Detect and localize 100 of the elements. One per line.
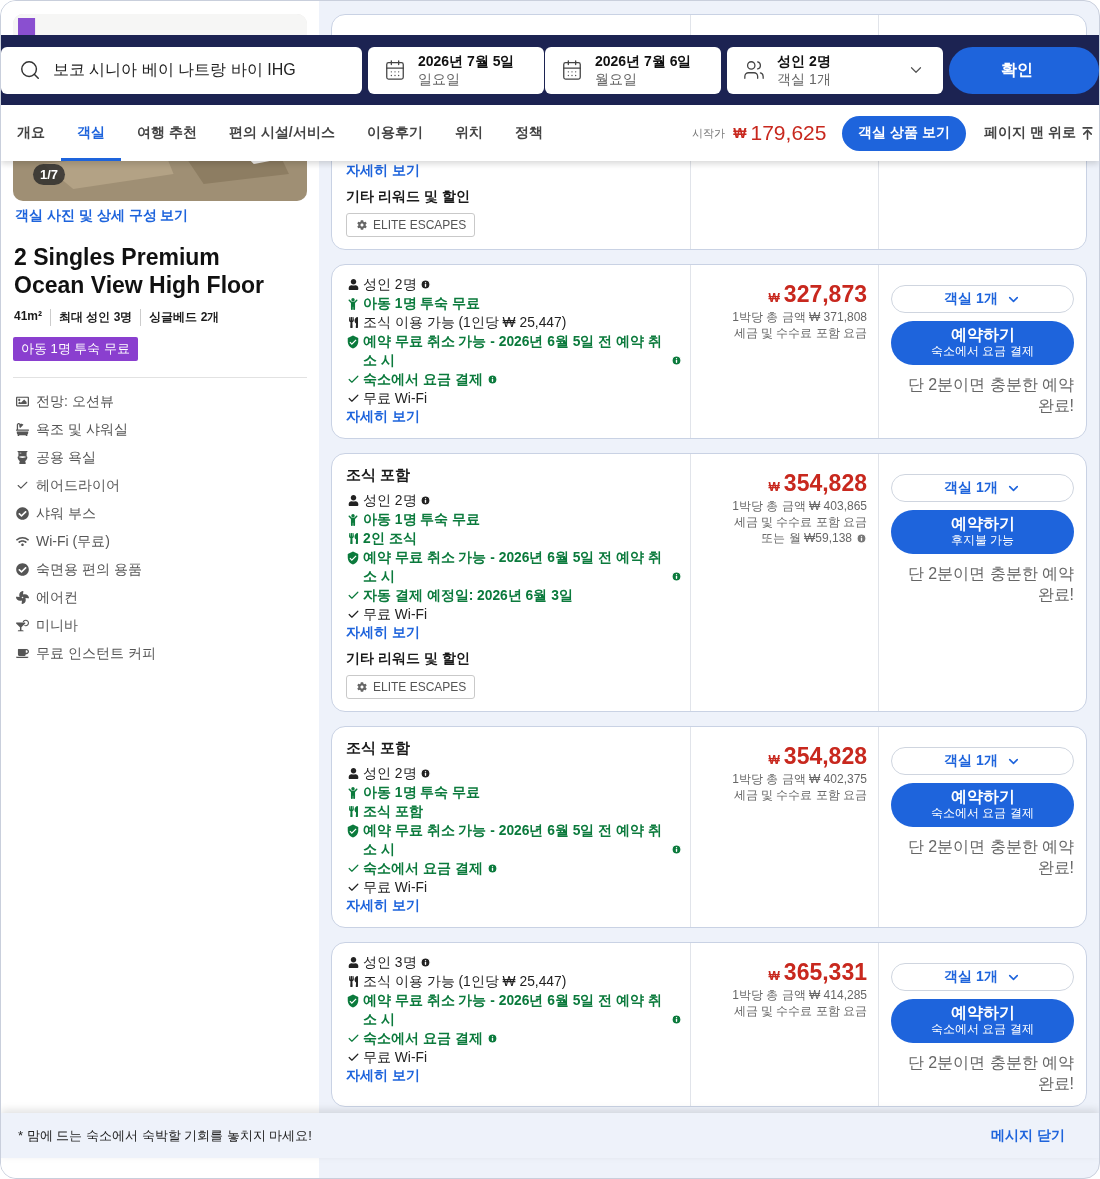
utensils-icon [347,533,359,544]
arrow-up-icon [1080,125,1095,141]
close-message-button[interactable]: 메시지 닫기 [985,1125,1071,1146]
details-link[interactable]: 자세히 보기 [346,1067,420,1085]
amenity-label: 무료 인스턴트 커피 [36,644,156,663]
details-link[interactable]: 자세히 보기 [346,162,420,180]
shield-check-icon [346,993,360,1008]
tab[interactable]: 위치 [438,105,499,161]
room-count-select[interactable]: 객실 1개 [891,963,1074,991]
check-icon [346,373,360,386]
amenity-label: 욕조 및 샤워실 [36,420,128,439]
fan-icon [16,591,29,604]
tab[interactable]: 편의 시설/서비스 [212,105,351,161]
total-price: 1박당 총 금액 ₩ 414,285 [732,987,867,1003]
feature-text: 조식 포함 [363,803,423,821]
picture-frame-icon [16,395,29,408]
view-rooms-button[interactable]: 객실 상품 보기 [842,115,967,151]
check-icon [346,1032,360,1045]
feature-text: 숙소에서 요금 결제 [363,860,483,878]
feature-text: 아동 1명 투숙 무료 [363,295,481,313]
tab[interactable]: 객실 [61,105,121,161]
feature-text: 성인 3명 [363,954,417,972]
wifi-icon [16,535,29,548]
person-icon [347,495,359,506]
amenity-label: 전망: 오션뷰 [36,392,114,411]
details-link[interactable]: 자세히 보기 [346,897,420,915]
tab[interactable]: 여행 추천 [121,105,213,161]
room-spec: 41m² [13,309,43,325]
booking-hint: 단 2분이면 충분한 예약 완료! [906,375,1074,416]
child-icon [347,297,359,310]
search-icon [19,58,41,81]
book-button[interactable]: 예약하기 숙소에서 요금 결제 [891,999,1074,1043]
total-price: 1박당 총 금액 ₩ 403,865 [732,498,867,514]
check-icon [346,589,360,602]
utensils-icon [347,317,359,328]
rewards-heading: 기타 리워드 및 할인 [346,650,471,668]
check-icon [346,1051,360,1064]
feature-text: 조식 이용 가능 (1인당 ₩ 25,447) [363,314,567,332]
details-link[interactable]: 자세히 보기 [346,624,420,642]
room-count-select[interactable]: 객실 1개 [891,747,1074,775]
feature-text: 예약 무료 취소 가능 - 2026년 6월 5일 전 예약 취소 시 [363,333,663,370]
room-spec: 싱글베드 2개 [140,309,228,326]
currency-symbol: ₩ [768,969,780,983]
feature-text: 성인 2명 [363,276,417,294]
room-spec: 최대 성인 3명 [50,309,141,326]
date-field[interactable]: 2026년 7월 6일 월요일 [545,46,721,94]
gear-icon [357,220,367,230]
feature-text: 숙소에서 요금 결제 [363,371,483,389]
child-icon [347,786,359,799]
offer-title: 조식 포함 [346,466,412,485]
price-amount: 354,828 [783,743,867,769]
calendar-icon [384,59,406,81]
monthly-price: 또는 월 ₩59,138 [761,530,852,546]
back-to-top-link[interactable]: 페이지 맨 위로 [984,124,1095,142]
amenity-label: 공용 욕실 [36,448,96,467]
booking-hint: 단 2분이면 충분한 예약 완료! [906,1053,1074,1094]
room-count-select[interactable]: 객실 1개 [891,285,1074,313]
tab[interactable]: 정책 [498,105,559,161]
amenity-label: 샤워 부스 [36,504,96,523]
feature-text: 예약 무료 취소 가능 - 2026년 6월 5일 전 예약 취소 시 [363,549,663,586]
tab[interactable]: 이용후기 [350,105,439,161]
feature-text: 숙소에서 요금 결제 [363,1030,483,1048]
details-link[interactable]: 자세히 보기 [346,408,420,426]
feature-text: 예약 무료 취소 가능 - 2026년 6월 5일 전 예약 취소 시 [363,822,663,859]
shield-check-icon [346,823,360,838]
room-count-select[interactable]: 객실 1개 [891,474,1074,502]
book-button[interactable]: 예약하기 숙소에서 요금 결제 [891,783,1074,827]
search-field[interactable]: 보코 시니아 베이 나트랑 바이 IHG [1,46,362,94]
price-amount: 354,828 [783,470,867,496]
booking-hint: 단 2분이면 충분한 예약 완료! [906,837,1074,878]
feature-text: 자동 결제 예정일: 2026년 6월 3일 [363,587,573,605]
currency-symbol: ₩ [768,753,780,767]
bathtub-icon [16,423,29,436]
cocktail-icon [16,619,29,632]
person-icon [347,957,359,968]
total-price: 1박당 총 금액 ₩ 402,375 [732,771,867,787]
book-button[interactable]: 예약하기 후지불 가능 [891,510,1074,554]
message-text: * 맘에 드는 숙소에서 숙박할 기회를 놓치지 마세요! [18,1126,312,1145]
date-field[interactable]: 2026년 7월 5일 일요일 [368,46,544,94]
from-label: 시작가 [692,125,726,141]
guests-field[interactable]: 성인 2명 객실 1개 [727,46,943,94]
total-price: 1박당 총 금액 ₩ 371,808 [732,309,867,325]
person-icon [347,279,359,290]
calendar-icon [561,59,583,81]
feature-text: 무료 Wi-Fi [363,606,427,624]
check-icon [346,881,360,894]
tab[interactable]: 개요 [1,105,61,161]
confirm-button[interactable]: 확인 [949,46,1099,94]
booking-hint: 단 2분이면 충분한 예약 완료! [906,564,1074,605]
free-stay-badge: 아동 1명 투숙 무료 [13,337,139,361]
currency-symbol: ₩ [733,125,747,141]
utensils-icon [347,806,359,817]
amenity-label: Wi-Fi (무료) [36,532,110,551]
book-button[interactable]: 예약하기 숙소에서 요금 결제 [891,321,1074,365]
gear-icon [357,682,367,692]
amenity-label: 에어컨 [36,588,78,607]
photo-link[interactable]: 객실 사진 및 상세 구성 보기 [15,207,189,225]
tag-label: ELITE ESCAPES [373,218,467,232]
offer-title: 조식 포함 [346,739,412,758]
currency-symbol: ₩ [768,480,780,494]
